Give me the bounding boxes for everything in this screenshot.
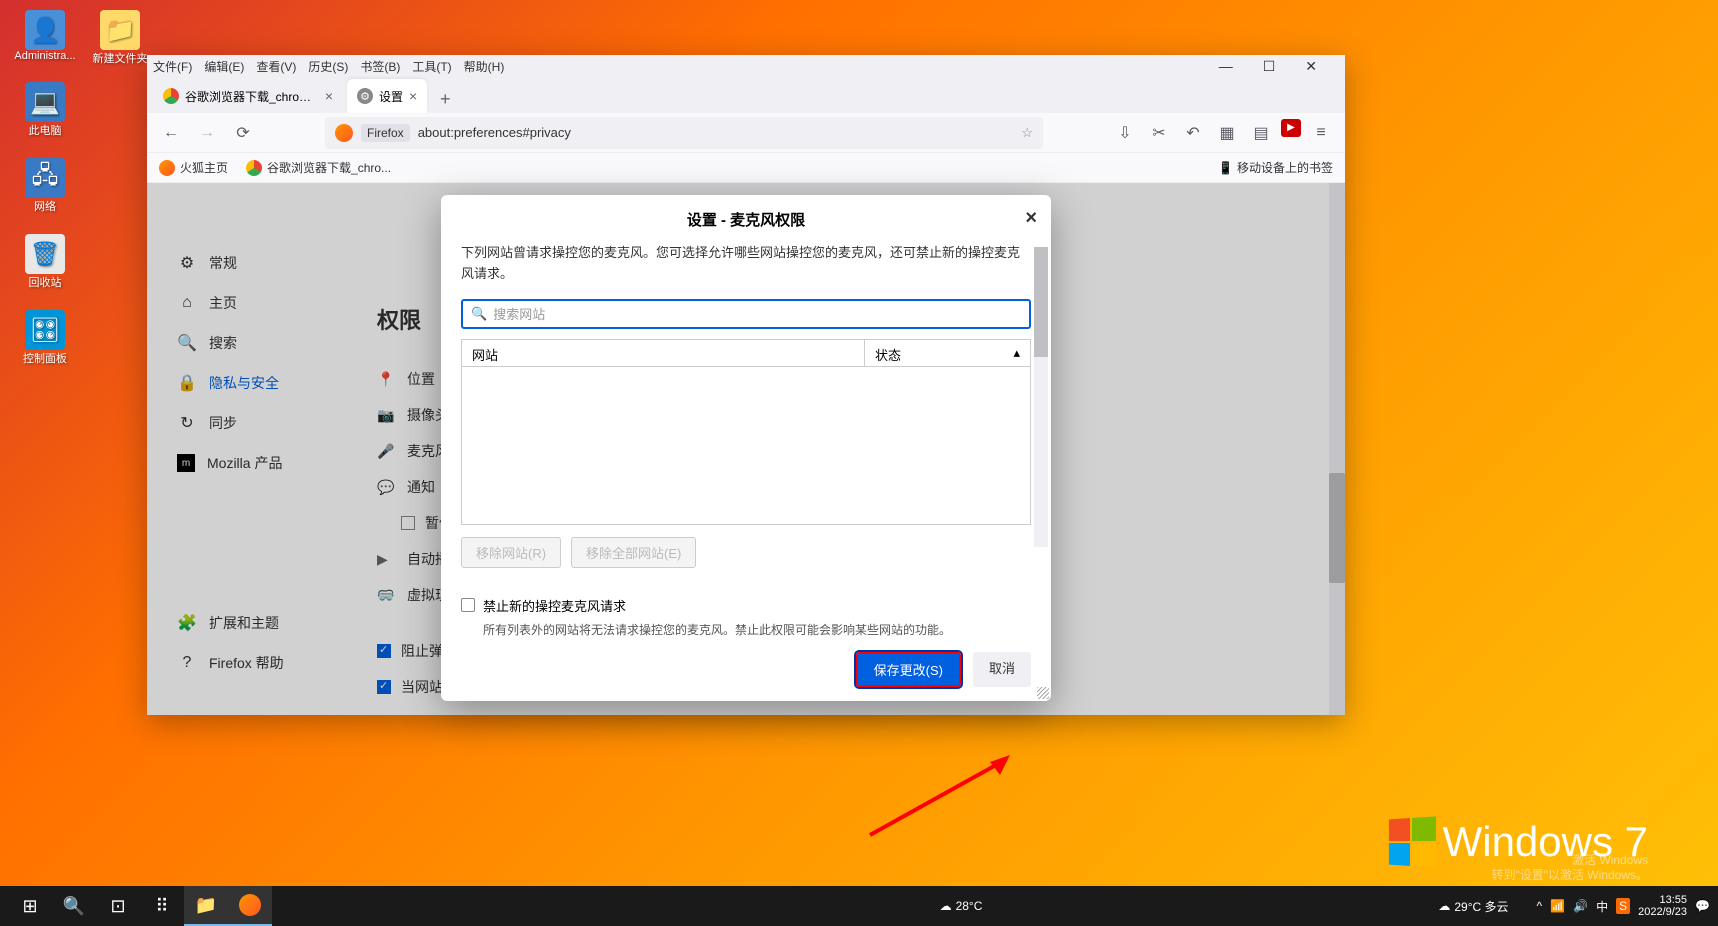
sogou-icon[interactable]: S [1616,898,1630,914]
action-center-icon[interactable]: 💬 [1695,899,1710,913]
sort-icon: ▴ [1013,345,1020,361]
tray-chevron-icon[interactable]: ^ [1537,899,1543,913]
modal-title: 设置 - 麦克风权限 [687,209,805,230]
search-button[interactable]: 🔍 [52,886,96,926]
cloud-icon: ☁ [1438,899,1450,913]
modal-description: 下列网站曾请求操控您的麦克风。您可选择允许哪些网站操控您的麦克风，还可禁止新的操… [461,243,1031,285]
desktop-icon-newfolder[interactable]: 📁新建文件夹 [85,10,155,66]
weather-widget-2[interactable]: ☁29°C 多云 [1438,898,1508,915]
desktop-icon-thispc[interactable]: 💻此电脑 [10,82,80,138]
remove-all-sites-button[interactable]: 移除全部网站(E) [571,537,696,568]
cancel-button[interactable]: 取消 [973,652,1031,687]
modal-scrollbar-thumb[interactable] [1034,247,1048,357]
microphone-permissions-dialog: 设置 - 麦克风权限 × 下列网站曾请求操控您的麦克风。您可选择允许哪些网站操控… [441,195,1051,701]
cloud-icon: ☁ [940,899,952,913]
col-status[interactable]: 状态▴ [865,340,1030,366]
search-sites-input[interactable]: 🔍 搜索网站 [461,299,1031,329]
save-changes-button[interactable]: 保存更改(S) [856,652,961,687]
block-note: 所有列表外的网站将无法请求操控您的麦克风。禁止此权限可能会影响某些网站的功能。 [483,621,1031,638]
desktop-icons: 👤Administra... 💻此电脑 🖧网络 🗑回收站 🎛控制面板 [10,10,80,366]
desktop-icon-network[interactable]: 🖧网络 [10,158,80,214]
sites-table-header: 网站 状态▴ [461,339,1031,367]
ime-indicator[interactable]: 中 [1596,898,1608,915]
search-icon: 🔍 [471,306,487,322]
start-button[interactable]: ⊞ [8,886,52,926]
resize-handle[interactable] [1037,687,1049,699]
desktop-top-row: 📁新建文件夹 [85,10,155,66]
activate-windows-watermark: 激活 Windows 转到"设置"以激活 Windows。 [1491,853,1648,884]
remove-site-button[interactable]: 移除网站(R) [461,537,561,568]
modal-close-button[interactable]: × [1025,207,1037,230]
checkbox[interactable] [461,598,475,612]
system-tray: ☁28°C ☁29°C 多云 ^ 📶 🔊 中 S 13:55 2022/9/23… [940,894,1710,918]
volume-icon[interactable]: 🔊 [1573,899,1588,913]
modal-header: 设置 - 麦克风权限 × [441,195,1051,243]
firefox-icon [239,894,261,916]
block-new-requests-checkbox[interactable]: 禁止新的操控麦克风请求 [461,596,1031,615]
modal-overlay: 设置 - 麦克风权限 × 下列网站曾请求操控您的麦克风。您可选择允许哪些网站操控… [147,55,1345,715]
weather-widget-1[interactable]: ☁28°C [940,899,983,913]
modal-scrollbar[interactable] [1034,247,1048,547]
clock[interactable]: 13:55 2022/9/23 [1638,894,1687,918]
desktop-icon-recyclebin[interactable]: 🗑回收站 [10,234,80,290]
firefox-taskbar[interactable] [228,886,272,926]
windows-logo-icon [1388,816,1435,867]
col-site[interactable]: 网站 [462,340,865,366]
desktop-icon-controlpanel[interactable]: 🎛控制面板 [10,310,80,366]
network-icon[interactable]: 📶 [1550,899,1565,913]
apps-button[interactable]: ⠿ [140,886,184,926]
desktop-icon-admin[interactable]: 👤Administra... [10,10,80,62]
annotation-arrow [860,750,1020,840]
task-view-button[interactable]: ⊡ [96,886,140,926]
sites-table-body [461,367,1031,525]
taskbar: ⊞ 🔍 ⊡ ⠿ 📁 ☁28°C ☁29°C 多云 ^ 📶 🔊 中 S 13:55… [0,886,1718,926]
explorer-taskbar[interactable]: 📁 [184,886,228,926]
